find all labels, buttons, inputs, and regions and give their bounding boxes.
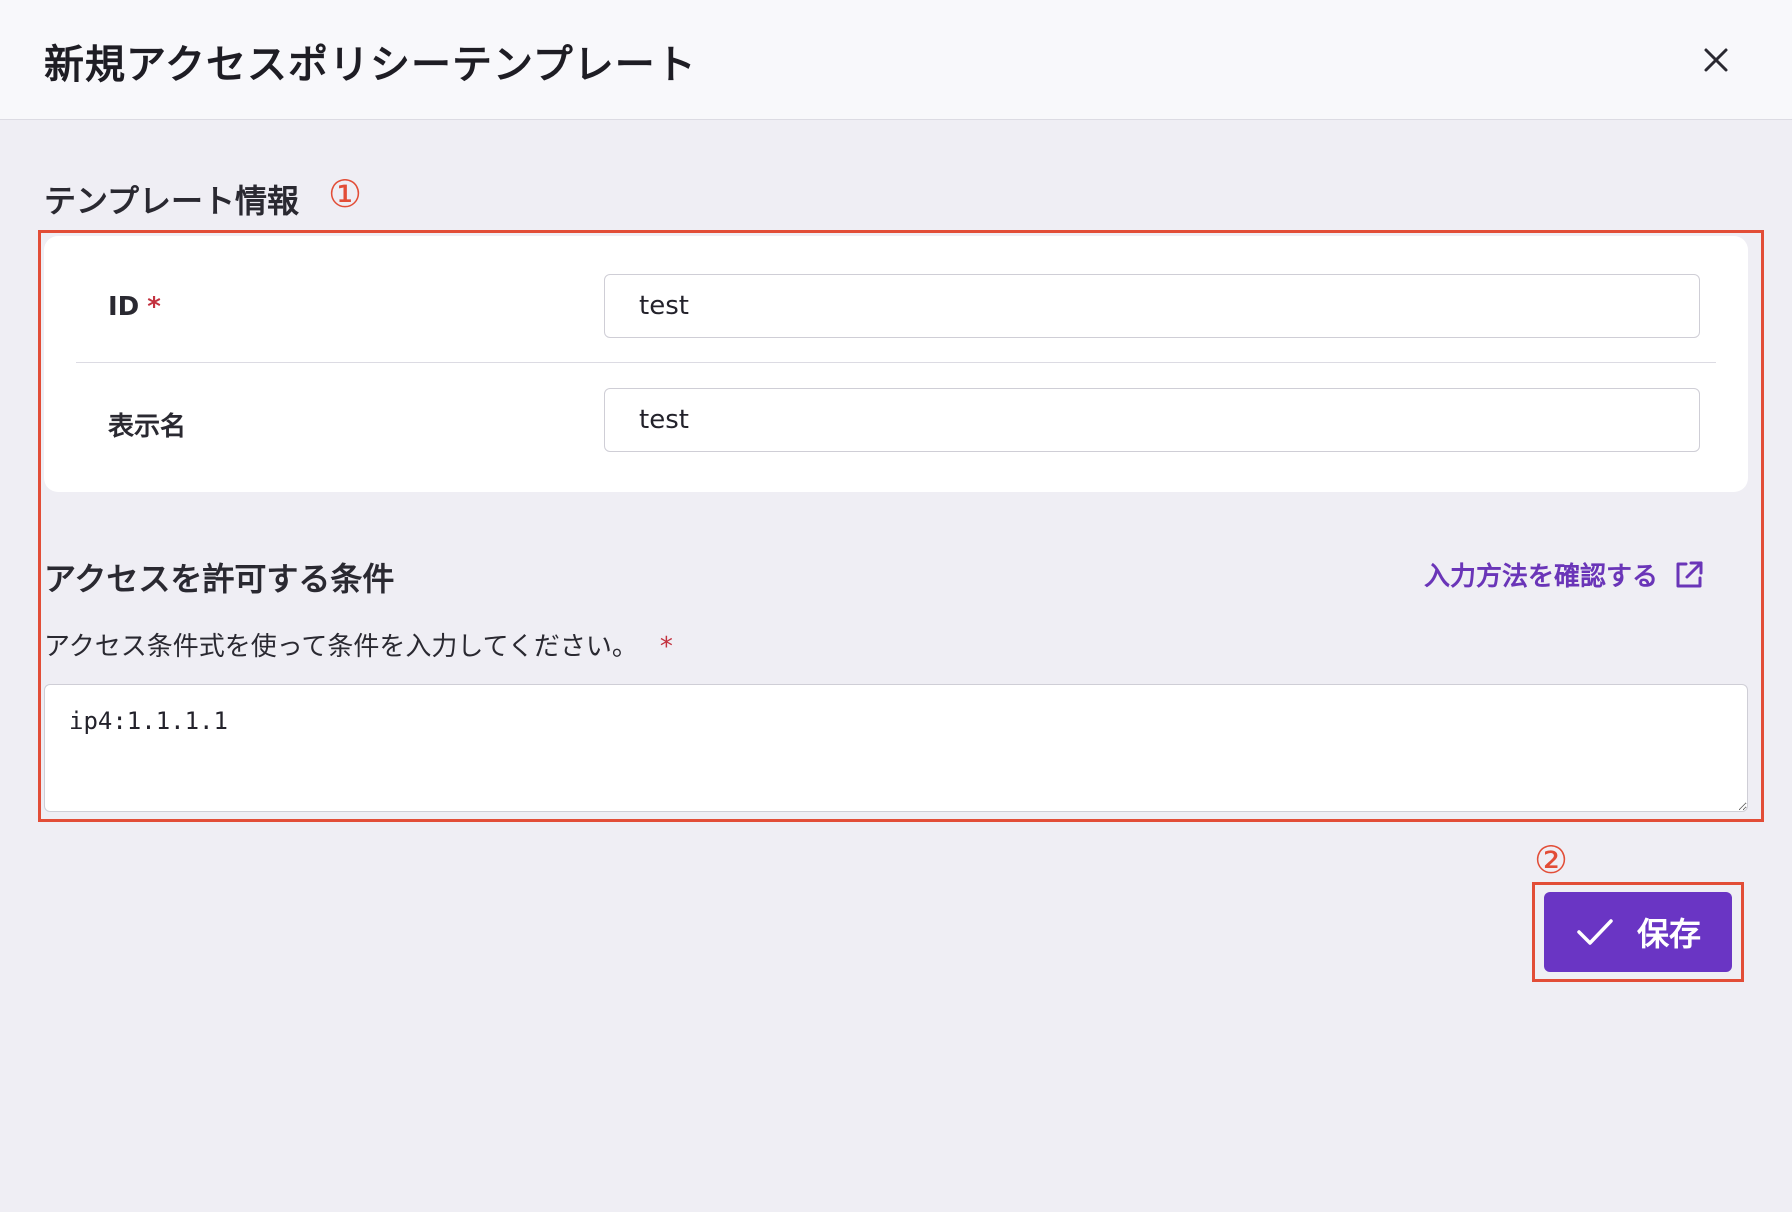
- close-icon: [1704, 48, 1728, 72]
- annotation-marker-2: ②: [1534, 838, 1569, 882]
- dialog-header: 新規アクセスポリシーテンプレート: [0, 0, 1792, 120]
- annotation-marker-1: ①: [328, 172, 363, 216]
- annotation-highlight-1: [38, 230, 1764, 822]
- annotation-highlight-2: [1532, 882, 1744, 982]
- template-info-heading: テンプレート情報: [44, 182, 300, 220]
- dialog-title: 新規アクセスポリシーテンプレート: [44, 42, 697, 88]
- close-button[interactable]: [1692, 36, 1740, 84]
